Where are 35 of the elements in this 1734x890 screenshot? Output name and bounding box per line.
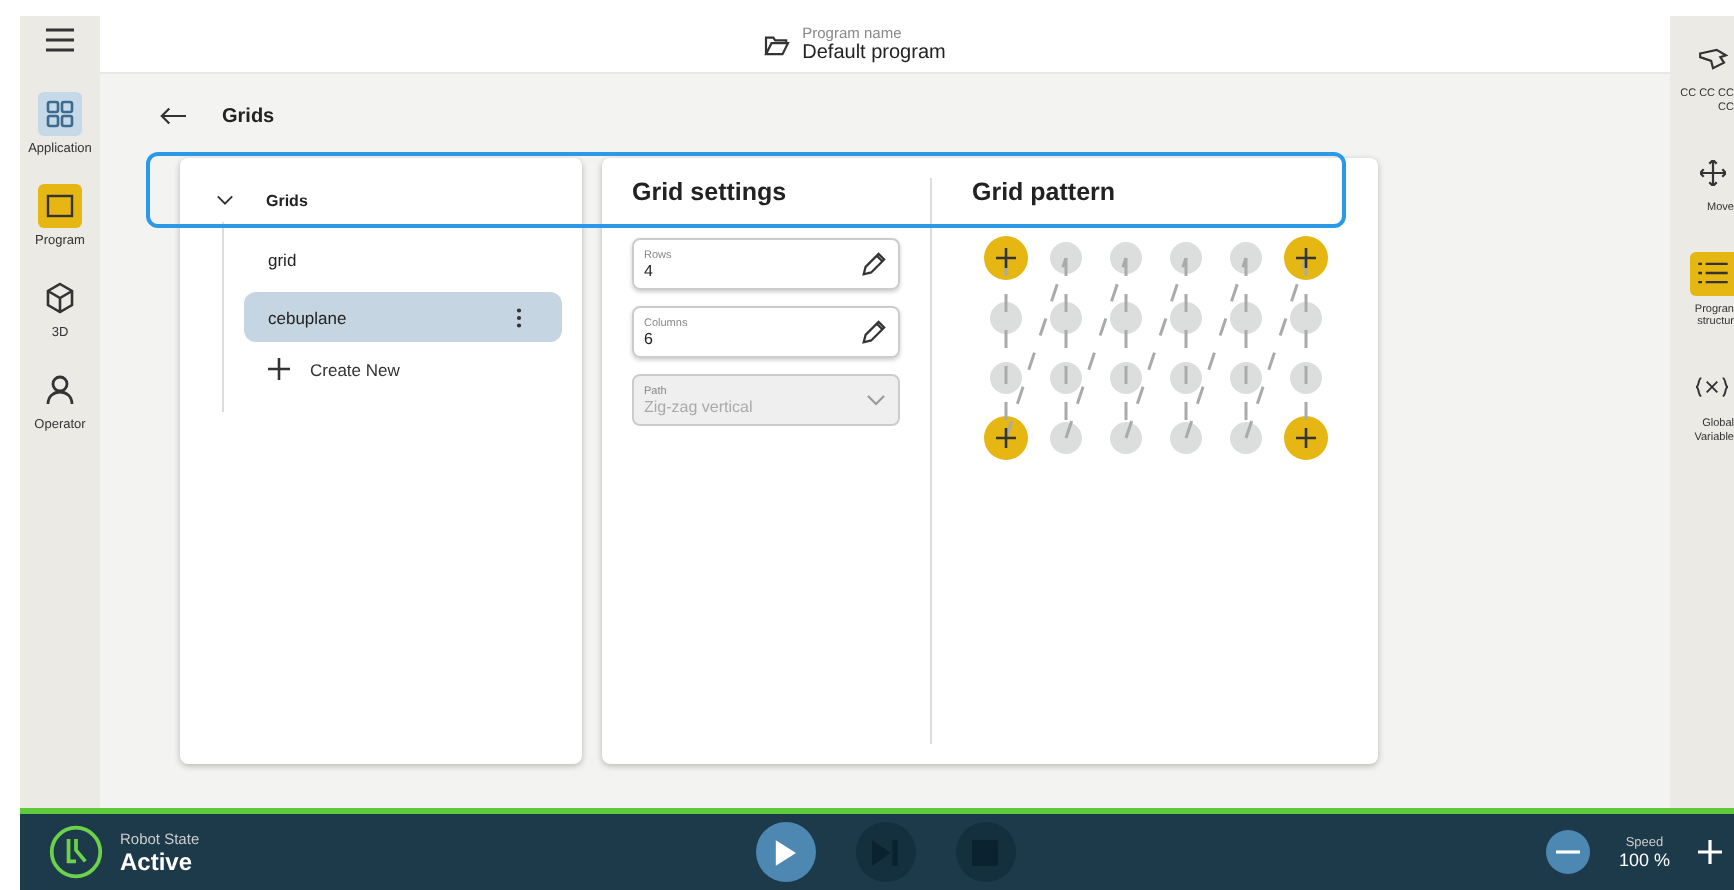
plus-icon[interactable] (1698, 840, 1722, 864)
decrease-speed-button[interactable] (1546, 830, 1591, 874)
play-button[interactable] (755, 822, 815, 882)
program-name: Default program (802, 42, 946, 64)
speed-value: 100 % (1618, 849, 1670, 869)
section-title: Grid settings (632, 176, 789, 210)
page-title: Grids (222, 105, 275, 127)
tool-button[interactable] (1690, 251, 1734, 296)
tree-item[interactable]: cebuplane (244, 292, 562, 342)
grid-icon (46, 100, 74, 128)
pencil-icon[interactable] (860, 319, 887, 345)
menu-icon[interactable] (46, 28, 74, 52)
cube-icon (44, 282, 76, 314)
window-icon (46, 194, 74, 218)
tree-item[interactable]: grid (244, 234, 562, 284)
move-icon (1699, 159, 1725, 186)
person-icon (44, 374, 76, 406)
play-icon (774, 839, 796, 865)
variable-icon (1696, 376, 1728, 399)
folder-icon (764, 33, 791, 55)
list-icon (1697, 262, 1727, 285)
plus-icon (268, 358, 290, 380)
minus-icon (1556, 850, 1581, 854)
chevron-icon[interactable] (216, 194, 234, 206)
back-arrow-icon[interactable] (160, 106, 186, 126)
chevron-icon (866, 394, 887, 406)
logo-icon (48, 824, 104, 880)
pencil-icon[interactable] (860, 251, 887, 277)
tree-title[interactable]: Grids (266, 191, 308, 209)
hand-icon (1697, 47, 1727, 69)
more-icon[interactable] (516, 305, 522, 329)
create-new-button[interactable]: Create New (244, 350, 562, 388)
robot-state: Active (120, 847, 195, 875)
nav-button[interactable] (38, 184, 82, 228)
section-title: Grid pattern (972, 176, 1118, 210)
